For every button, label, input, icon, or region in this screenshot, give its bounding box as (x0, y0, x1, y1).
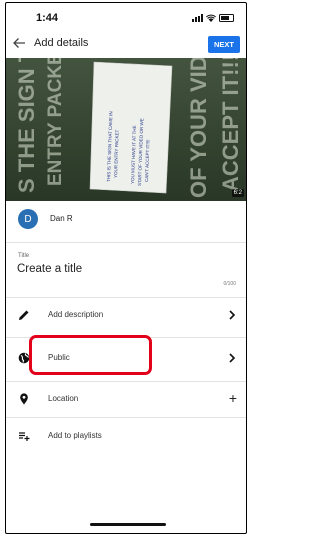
sign-text-right: OF YOUR VIDE (186, 58, 211, 198)
add-to-playlists-label: Add to playlists (48, 431, 102, 440)
top-app-bar: Add details NEXT (6, 33, 246, 57)
divider (6, 337, 246, 338)
chevron-right-icon (229, 353, 236, 363)
add-description-label: Add description (48, 310, 104, 319)
avatar: D (18, 209, 38, 229)
location-pin-icon (20, 393, 28, 405)
sign-text-left: S THE SIGN THAT (14, 58, 39, 193)
wifi-icon (206, 14, 216, 22)
location-label: Location (48, 394, 79, 403)
divider (6, 417, 246, 418)
next-button[interactable]: NEXT (208, 36, 240, 53)
globe-icon (18, 352, 30, 364)
plus-icon: + (228, 390, 237, 406)
title-field[interactable]: Title 0/100 (6, 243, 246, 297)
status-icons (192, 14, 234, 22)
visibility-label: Public (48, 353, 70, 362)
visibility-row[interactable]: Public (6, 341, 246, 375)
title-input[interactable] (17, 260, 217, 278)
status-bar: 1:44 (6, 3, 246, 33)
channel-name: Dan R (50, 214, 73, 223)
location-row[interactable]: Location + (6, 382, 246, 416)
video-thumbnail[interactable]: S THE SIGN THAT ENTRY PACKET OF YOUR VID… (6, 58, 246, 201)
sign-text-left-2: ENTRY PACKET (45, 58, 66, 186)
battery-icon (219, 14, 234, 22)
status-time: 1:44 (36, 12, 59, 24)
video-duration: 6:2 (231, 189, 244, 197)
add-to-playlists-row[interactable]: Add to playlists (6, 419, 246, 453)
sign-text-right-2: ACCEPT IT!!!! (218, 58, 243, 192)
back-arrow-icon[interactable] (11, 35, 27, 51)
title-char-counter: 0/100 (223, 281, 236, 287)
playlist-add-icon (19, 432, 30, 441)
page-title: Add details (34, 37, 89, 49)
home-indicator (90, 523, 166, 526)
add-description-row[interactable]: Add description (6, 298, 246, 332)
cellular-signal-icon (192, 14, 203, 22)
title-label: Title (18, 253, 30, 259)
video-frame-image: S THE SIGN THAT ENTRY PACKET OF YOUR VID… (6, 58, 246, 201)
phone-screen: 1:44 Add details NEXT S THE SIGN THAT EN… (5, 2, 247, 534)
chevron-right-icon (229, 310, 236, 320)
pencil-icon (19, 310, 29, 320)
channel-row: D Dan R (6, 205, 246, 241)
